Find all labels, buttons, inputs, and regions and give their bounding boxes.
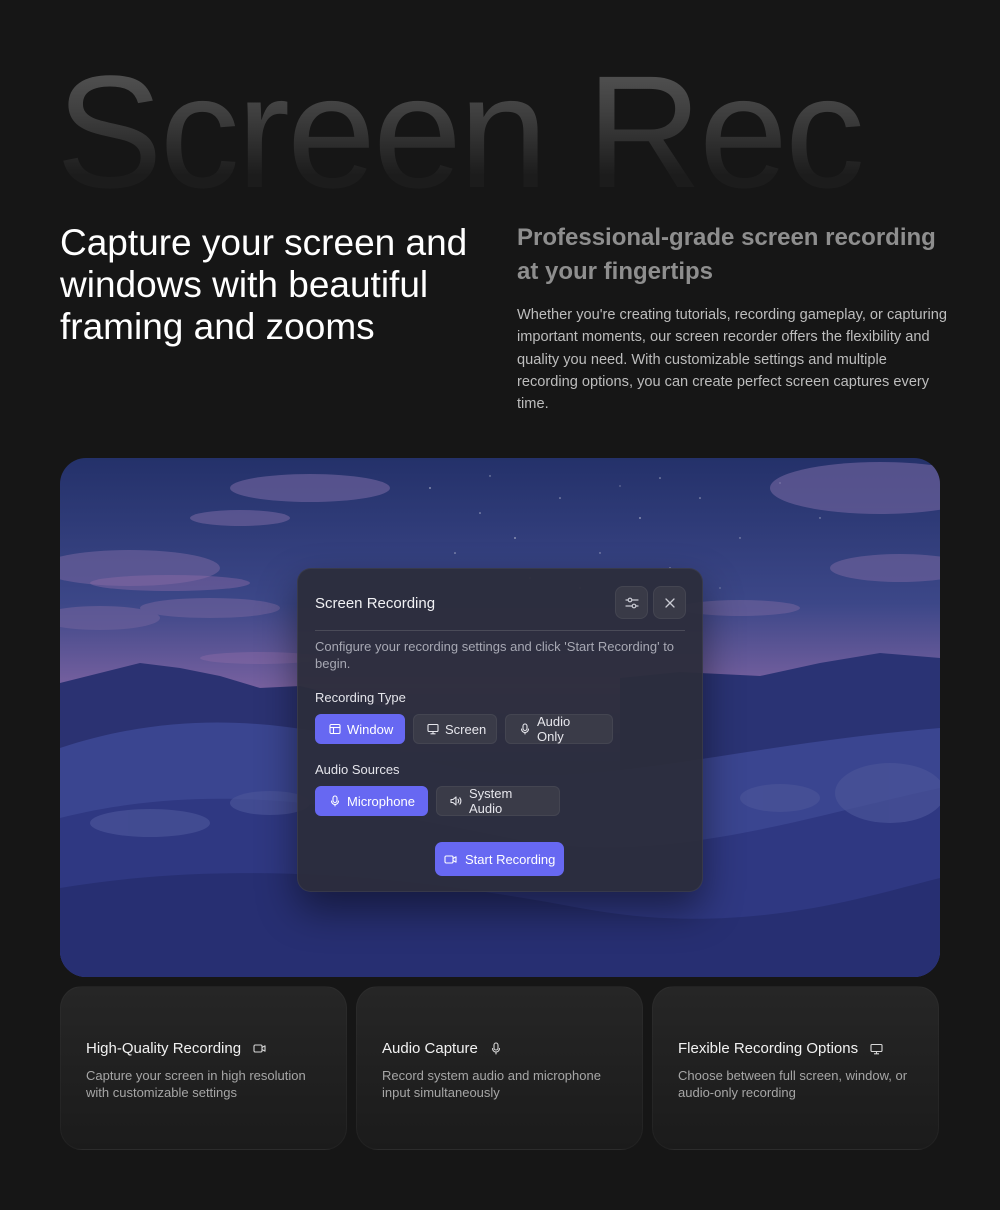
microphone-label: Microphone	[347, 793, 415, 809]
feature-title: High-Quality Recording	[86, 1040, 242, 1057]
audio-sources-label: Audio Sources	[315, 762, 400, 777]
feature-title-row: Flexible Recording Options	[678, 1040, 883, 1057]
sliders-icon	[624, 597, 639, 608]
feature-title-row: High-Quality Recording	[86, 1040, 266, 1057]
feature-title: Flexible Recording Options	[678, 1040, 859, 1057]
video-camera-icon	[253, 1044, 266, 1053]
monitor-icon	[870, 1043, 883, 1054]
feature-card-high-quality: High-Quality Recording Capture your scre…	[60, 986, 347, 1150]
feature-title: Audio Capture	[382, 1040, 478, 1057]
hero-word: Screen Rec	[56, 52, 862, 192]
audio-source-microphone[interactable]: Microphone	[315, 786, 428, 816]
recording-type-label: Recording Type	[315, 690, 406, 705]
feature-card-audio-capture: Audio Capture Record system audio and mi…	[356, 986, 643, 1150]
start-recording-button[interactable]: Start Recording	[435, 842, 565, 876]
video-camera-icon	[444, 854, 457, 864]
feature-title-row: Audio Capture	[382, 1040, 502, 1057]
screen-label: Screen	[445, 721, 487, 737]
close-icon	[664, 597, 675, 608]
recording-type-window[interactable]: Window	[315, 714, 405, 744]
feature-card-flexible-options: Flexible Recording Options Choose betwee…	[652, 986, 939, 1150]
window-label: Window	[347, 721, 394, 737]
window-icon	[329, 723, 341, 735]
recording-type-screen[interactable]: Screen	[413, 714, 497, 744]
intro-paragraph: Whether you're creating tutorials, recor…	[517, 307, 948, 413]
feature-description: Record system audio and microphone input…	[382, 1068, 601, 1100]
subheadline: Professional-grade screen recording at y…	[517, 224, 936, 285]
microphone-icon	[520, 723, 530, 735]
feature-description: Capture your screen in high resolution w…	[86, 1068, 306, 1100]
monitor-icon	[427, 723, 439, 735]
panel-description: Configure your recording settings and cl…	[315, 639, 675, 671]
speaker-icon	[450, 796, 462, 806]
microphone-icon	[330, 795, 340, 807]
audio-only-label: Audio Only	[537, 714, 571, 744]
start-recording-label: Start Recording	[465, 851, 556, 867]
panel-divider	[315, 630, 685, 631]
feature-description: Choose between full screen, window, or a…	[678, 1068, 908, 1100]
panel-title: Screen Recording	[315, 595, 436, 612]
screen-recording-panel: Screen Recording Configure your recordin…	[297, 568, 703, 892]
settings-button[interactable]	[615, 586, 648, 619]
system-audio-label: System Audio	[469, 786, 513, 816]
audio-source-system-audio[interactable]: System Audio	[436, 786, 560, 816]
microphone-icon	[491, 1042, 500, 1055]
headline: Capture your screen and windows with bea…	[60, 222, 468, 347]
recording-type-audio-only[interactable]: Audio Only	[505, 714, 613, 744]
close-button[interactable]	[653, 586, 686, 619]
